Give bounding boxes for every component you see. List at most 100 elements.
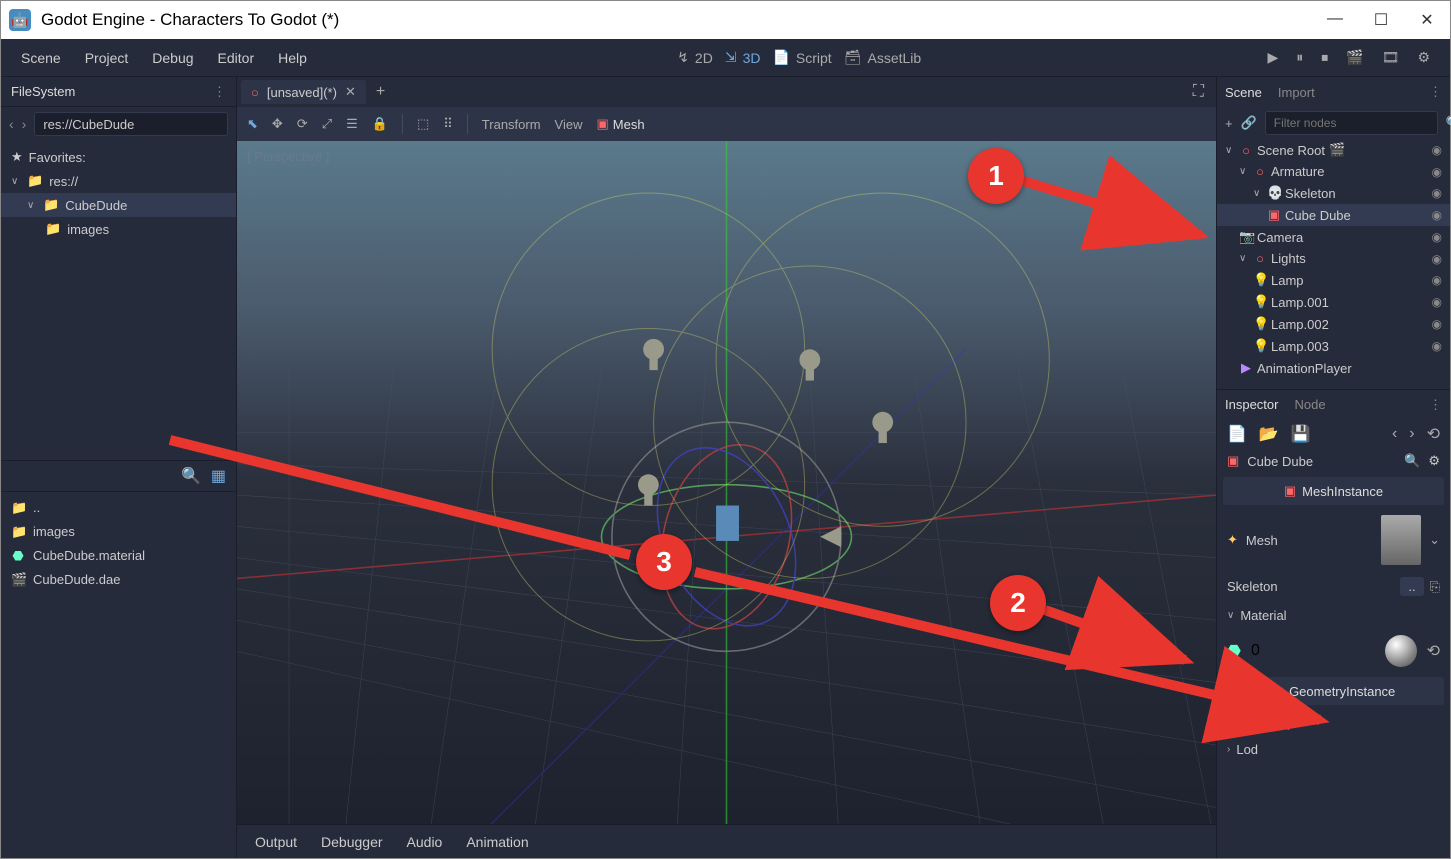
visibility-icon[interactable]: ◉ <box>1432 230 1442 244</box>
mode-assetlib-button[interactable]: 🗃AssetLib <box>844 49 921 66</box>
play-custom-button[interactable]: 🎞 <box>1382 49 1400 66</box>
chevron-down-icon[interactable]: ⌄ <box>1429 532 1440 548</box>
minimize-button[interactable]: — <box>1326 10 1344 30</box>
fs-back-button[interactable]: ‹ <box>9 116 14 132</box>
lock-tool[interactable]: 🔒 <box>372 116 388 132</box>
visibility-icon[interactable]: ◉ <box>1432 186 1442 200</box>
mode-script-button[interactable]: 📄Script <box>772 49 831 66</box>
link-button[interactable]: 🔗 <box>1241 115 1257 131</box>
history-icon[interactable]: ⟲ <box>1427 424 1440 444</box>
transform-menu[interactable]: Transform <box>482 117 541 132</box>
menu-editor[interactable]: Editor <box>218 50 255 66</box>
reset-icon[interactable]: ⟲ <box>1427 641 1440 661</box>
open-resource-icon[interactable]: 📂 <box>1259 424 1279 444</box>
section-material[interactable]: ∨Material <box>1217 602 1450 629</box>
inspector-tab[interactable]: Inspector <box>1225 393 1278 416</box>
snap-tool[interactable]: ⠿ <box>443 116 453 132</box>
section-geometry[interactable]: ›Geometry <box>1217 709 1450 736</box>
3d-viewport[interactable]: [ Perspective ] <box>237 141 1216 824</box>
prop-mesh[interactable]: ✦ Mesh ⌄ <box>1217 509 1450 571</box>
history-back-icon[interactable]: ‹ <box>1392 425 1397 443</box>
play-button[interactable]: ▶ <box>1267 49 1278 66</box>
close-button[interactable]: ✕ <box>1418 10 1436 30</box>
distraction-free-icon[interactable]: ⛶ <box>1193 83 1204 101</box>
visibility-icon[interactable]: ◉ <box>1432 273 1442 287</box>
fs-favorites[interactable]: ★Favorites: <box>1 145 236 169</box>
section-lod[interactable]: ›Lod <box>1217 736 1450 763</box>
filter-nodes-input[interactable] <box>1265 111 1438 135</box>
mode-3d-button[interactable]: ⇲3D <box>725 49 761 66</box>
node-lamp001[interactable]: 💡Lamp.001◉ <box>1217 291 1450 313</box>
fs-file-parent[interactable]: 📁.. <box>1 496 236 520</box>
assign-icon[interactable]: ⎘ <box>1430 579 1440 595</box>
node-animationplayer[interactable]: ▶AnimationPlayer <box>1217 357 1450 379</box>
output-tab[interactable]: Output <box>255 834 297 850</box>
new-resource-icon[interactable]: 📄 <box>1227 424 1247 444</box>
node-camera[interactable]: 📷Camera◉ <box>1217 226 1450 248</box>
close-tab-icon[interactable]: ✕ <box>345 84 356 100</box>
fs-forward-button[interactable]: › <box>22 116 27 132</box>
menu-project[interactable]: Project <box>85 50 129 66</box>
node-lights[interactable]: ∨○Lights◉ <box>1217 248 1450 269</box>
select-tool[interactable]: ⬉ <box>247 116 258 132</box>
new-tab-button[interactable]: + <box>376 83 385 101</box>
stop-button[interactable]: ⏹ <box>1321 49 1328 66</box>
tab-unsaved[interactable]: ○ [unsaved](*) ✕ <box>241 80 366 104</box>
material-preview[interactable] <box>1385 635 1417 667</box>
menu-debug[interactable]: Debug <box>152 50 193 66</box>
fs-file-dae[interactable]: 🎬CubeDude.dae <box>1 568 236 592</box>
node-lamp[interactable]: 💡Lamp◉ <box>1217 269 1450 291</box>
object-tool[interactable]: ⬚ <box>417 116 429 132</box>
debugger-tab[interactable]: Debugger <box>321 834 383 850</box>
visibility-icon[interactable]: ◉ <box>1432 143 1442 157</box>
scale-tool[interactable]: ⤢ <box>322 116 332 132</box>
history-fwd-icon[interactable]: › <box>1409 425 1414 443</box>
node-skeleton[interactable]: ∨💀Skeleton◉ <box>1217 182 1450 204</box>
visibility-icon[interactable]: ◉ <box>1432 165 1442 179</box>
menu-scene[interactable]: Scene <box>21 50 61 66</box>
fs-folder-cubedude[interactable]: ∨📁CubeDude <box>1 193 236 217</box>
section-meshinstance[interactable]: ▣MeshInstance <box>1223 477 1444 505</box>
fs-folder-images[interactable]: 📁images <box>1 217 236 241</box>
menu-help[interactable]: Help <box>278 50 307 66</box>
prop-skeleton[interactable]: Skeleton .. ⎘ <box>1217 571 1450 602</box>
move-tool[interactable]: ✥ <box>272 116 283 132</box>
dock-menu-icon[interactable]: ⋮ <box>213 84 226 100</box>
dock-menu-icon[interactable]: ⋮ <box>1429 84 1442 100</box>
section-geometryinstance[interactable]: ⬢GeometryInstance <box>1223 677 1444 705</box>
node-scene-root[interactable]: ∨○Scene Root🎬◉ <box>1217 139 1450 161</box>
import-dock-tab[interactable]: Import <box>1278 81 1315 104</box>
pause-button[interactable]: ⏸ <box>1296 49 1303 66</box>
search-icon[interactable]: 🔍 <box>181 466 201 486</box>
mesh-thumbnail[interactable] <box>1381 515 1421 565</box>
search-icon[interactable]: 🔍 <box>1446 115 1451 131</box>
settings-icon[interactable]: ⚙ <box>1428 453 1440 469</box>
fs-path-input[interactable] <box>34 112 228 136</box>
animation-tab[interactable]: Animation <box>466 834 528 850</box>
mode-2d-button[interactable]: ↯2D <box>677 49 713 66</box>
rotate-tool[interactable]: ⟳ <box>297 116 308 132</box>
node-tab[interactable]: Node <box>1294 393 1325 416</box>
dock-menu-icon[interactable]: ⋮ <box>1429 397 1442 413</box>
list-tool[interactable]: ☰ <box>346 116 358 132</box>
maximize-button[interactable]: ☐ <box>1372 10 1390 30</box>
view-menu[interactable]: View <box>555 117 583 132</box>
fs-file-images[interactable]: 📁images <box>1 520 236 544</box>
audio-tab[interactable]: Audio <box>407 834 443 850</box>
search-icon[interactable]: 🔍 <box>1404 453 1420 469</box>
node-cube-dube[interactable]: ▣Cube Dube◉ <box>1217 204 1450 226</box>
save-resource-icon[interactable]: 💾 <box>1291 424 1311 444</box>
visibility-icon[interactable]: ◉ <box>1432 339 1442 353</box>
add-node-button[interactable]: + <box>1225 116 1233 131</box>
node-lamp002[interactable]: 💡Lamp.002◉ <box>1217 313 1450 335</box>
material-slot-0[interactable]: ⬣ 0 ⟲ <box>1217 629 1450 673</box>
visibility-icon[interactable]: ◉ <box>1432 317 1442 331</box>
grid-view-icon[interactable]: ▦ <box>211 466 226 486</box>
scene-dock-tab[interactable]: Scene <box>1225 81 1262 104</box>
play-scene-button[interactable]: 🎬 <box>1346 49 1363 66</box>
mesh-menu[interactable]: ▣Mesh <box>597 116 645 132</box>
fs-file-material[interactable]: ⬣CubeDube.material <box>1 544 236 568</box>
render-button[interactable]: ⚙ <box>1417 49 1430 66</box>
visibility-icon[interactable]: ◉ <box>1432 208 1442 222</box>
fs-root[interactable]: ∨📁res:// <box>1 169 236 193</box>
